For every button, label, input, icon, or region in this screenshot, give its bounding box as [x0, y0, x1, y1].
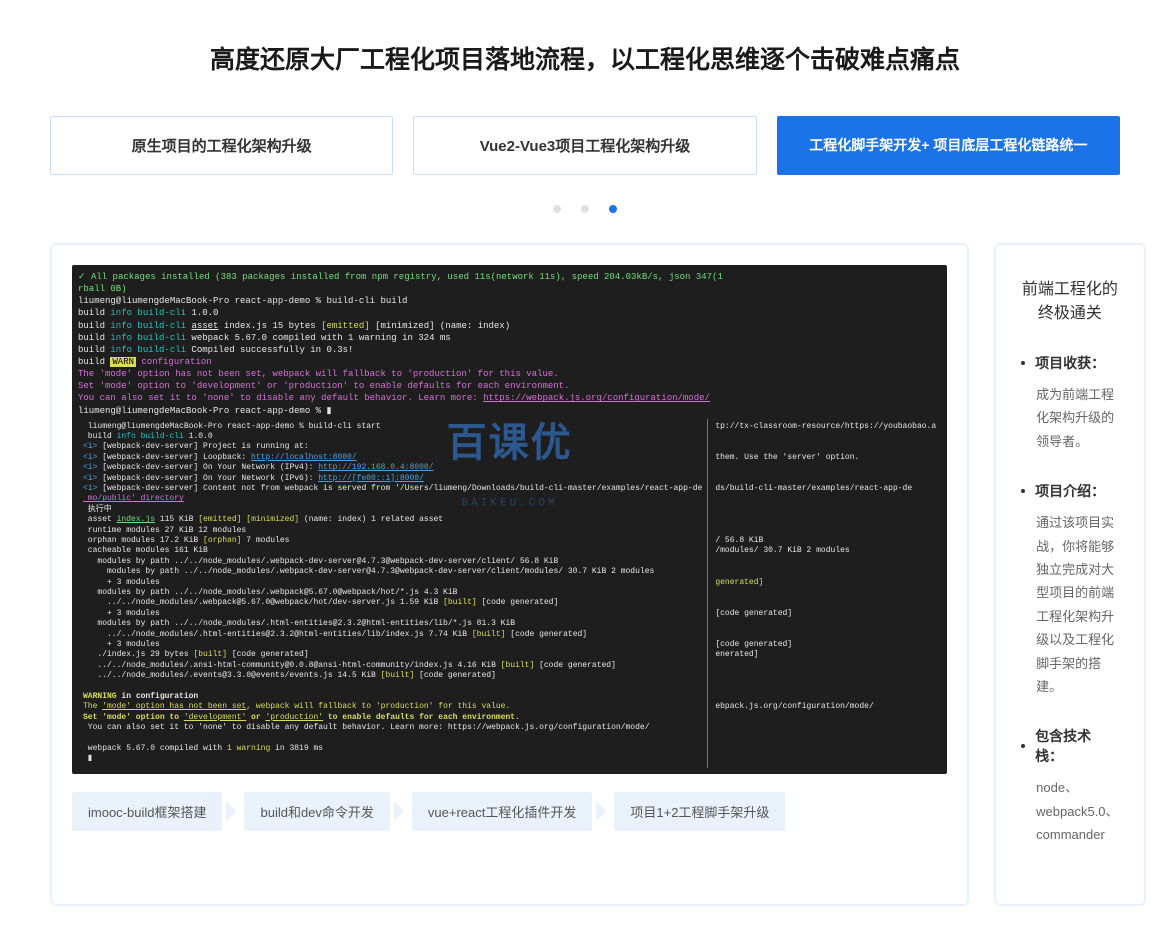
section-text: node、webpack5.0、commander	[1021, 776, 1118, 846]
page-title: 高度还原大厂工程化项目落地流程，以工程化思维逐个击破难点痛点	[50, 40, 1120, 76]
bullet-icon	[1021, 361, 1025, 365]
terminal-screenshot: ✓ All packages installed (383 packages i…	[72, 265, 947, 774]
right-panel: 前端工程化的终极通关 项目收获： 成为前端工程化架构升级的领导者。 项目介绍： …	[994, 243, 1145, 906]
tab-2[interactable]: Vue2-Vue3项目工程化架构升级	[413, 116, 756, 175]
tab-3[interactable]: 工程化脚手架开发+ 项目底层工程化链路统一	[777, 116, 1120, 175]
chip-4: 项目1+2工程脚手架升级	[614, 792, 785, 831]
section-text: 成为前端工程化架构升级的领导者。	[1021, 383, 1118, 453]
chevron-right-icon	[596, 801, 606, 821]
dot-3[interactable]	[609, 205, 617, 213]
section-label: 项目收获：	[1035, 353, 1105, 373]
dot-2[interactable]	[581, 205, 589, 213]
section-harvest: 项目收获： 成为前端工程化架构升级的领导者。	[1021, 353, 1118, 453]
chips-row: imooc-build框架搭建 build和dev命令开发 vue+react工程化…	[72, 792, 947, 831]
left-panel: ✓ All packages installed (383 packages i…	[50, 243, 969, 906]
chevron-right-icon	[226, 801, 236, 821]
bullet-icon	[1021, 744, 1025, 748]
carousel-dots	[50, 205, 1120, 213]
chip-3: vue+react工程化插件开发	[412, 792, 592, 831]
section-label: 包含技术栈：	[1035, 726, 1118, 766]
section-text: 通过该项目实战，你将能够独立完成对大型项目的前端工程化架构升级以及工程化脚手架的…	[1021, 511, 1118, 698]
section-intro: 项目介绍： 通过该项目实战，你将能够独立完成对大型项目的前端工程化架构升级以及工…	[1021, 481, 1118, 698]
tabs-row: 原生项目的工程化架构升级 Vue2-Vue3项目工程化架构升级 工程化脚手架开发…	[50, 116, 1120, 175]
chip-2: build和dev命令开发	[244, 792, 389, 831]
right-title: 前端工程化的终极通关	[1021, 275, 1118, 323]
bullet-icon	[1021, 489, 1025, 493]
dot-1[interactable]	[553, 205, 561, 213]
tab-1[interactable]: 原生项目的工程化架构升级	[50, 116, 393, 175]
section-label: 项目介绍：	[1035, 481, 1105, 501]
chevron-right-icon	[394, 801, 404, 821]
chip-1: imooc-build框架搭建	[72, 792, 222, 831]
section-stack: 包含技术栈： node、webpack5.0、commander	[1021, 726, 1118, 846]
